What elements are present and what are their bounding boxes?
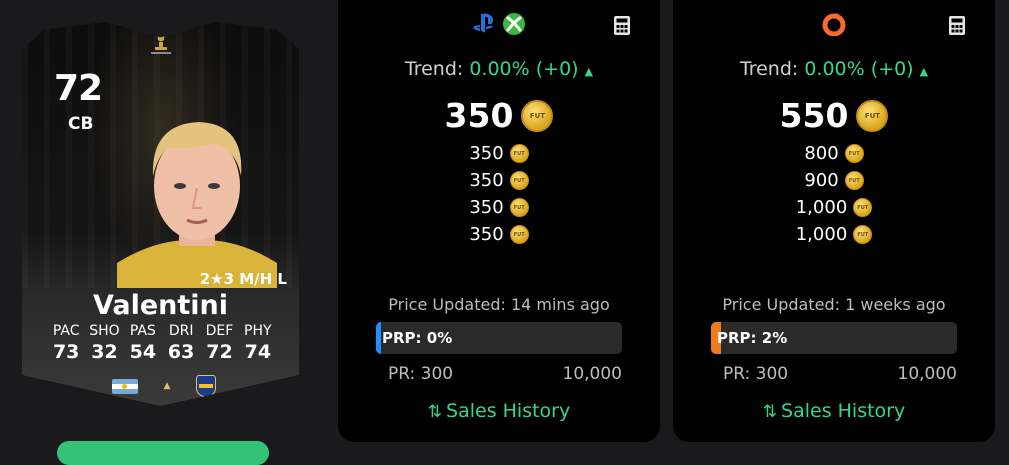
player-name: Valentini bbox=[92, 290, 229, 321]
trend: Trend: 0.00% (+0) ▲ bbox=[338, 58, 660, 80]
coin-icon: FUT bbox=[844, 144, 864, 163]
playstation-icon bbox=[473, 13, 493, 33]
console-price-panel: Trend: 0.00% (+0) ▲ 350 FUT 350 FUT 350 FU… bbox=[338, 0, 660, 442]
price-range-min: PR: 300 bbox=[388, 364, 454, 384]
stat-value: 74 bbox=[244, 341, 272, 363]
list-item: 900 FUT bbox=[673, 167, 995, 194]
price-value: 350 bbox=[444, 96, 514, 135]
origin-icon bbox=[822, 13, 846, 36]
list-item: 350 FUT bbox=[338, 194, 660, 221]
price-range: PR: 300 10,000 bbox=[723, 364, 957, 384]
prp-fill bbox=[376, 322, 381, 354]
stat-value: 72 bbox=[206, 341, 233, 363]
player-position: CB bbox=[68, 114, 94, 134]
trend-up-icon: ▲ bbox=[919, 65, 929, 78]
trend-label: Trend: bbox=[404, 58, 464, 80]
coin-icon: FUT bbox=[509, 225, 529, 244]
stat-label: DEF bbox=[205, 323, 234, 339]
current-price: 350 FUT bbox=[338, 96, 660, 135]
stat-value: 54 bbox=[129, 341, 157, 363]
price-range-max: 10,000 bbox=[562, 364, 622, 384]
list-item: 1,000 FUT bbox=[673, 221, 995, 248]
listing-price: 1,000 bbox=[795, 224, 848, 245]
sales-history-link[interactable]: ⇅ Sales History bbox=[338, 400, 660, 422]
listing-price: 350 bbox=[469, 224, 504, 245]
trend-value: 0.00% (+0) bbox=[469, 58, 579, 80]
league-badge-icon: ▲ bbox=[163, 381, 171, 391]
coin-icon: FUT bbox=[509, 144, 529, 163]
stat-label: PAC bbox=[52, 323, 80, 339]
coin-icon: FUT bbox=[521, 99, 554, 132]
coin-icon: FUT bbox=[509, 171, 529, 190]
sales-history-label: Sales History bbox=[781, 400, 906, 422]
stat-label: SHO bbox=[89, 323, 120, 339]
coin-icon: FUT bbox=[856, 99, 889, 132]
trend-up-icon: ▲ bbox=[584, 65, 594, 78]
list-item: 350 FUT bbox=[338, 221, 660, 248]
price-range: PR: 300 10,000 bbox=[388, 364, 622, 384]
stat-label: PAS bbox=[129, 323, 156, 339]
stat-value: 63 bbox=[167, 341, 195, 363]
argentina-flag-icon bbox=[112, 378, 138, 394]
list-item: 1,000 FUT bbox=[673, 194, 995, 221]
list-item: 800 FUT bbox=[673, 140, 995, 167]
listing-price: 350 bbox=[469, 197, 504, 218]
sort-arrows-icon: ⇅ bbox=[762, 402, 778, 422]
stat-def: DEF 72 bbox=[200, 323, 238, 363]
stat-value: 73 bbox=[52, 341, 80, 363]
stat-value: 32 bbox=[91, 341, 118, 363]
current-price: 550 FUT bbox=[673, 96, 995, 135]
player-portrait-image bbox=[117, 122, 277, 288]
listing-price: 900 bbox=[804, 170, 839, 191]
price-value: 550 bbox=[779, 96, 849, 135]
price-range-min: PR: 300 bbox=[723, 364, 789, 384]
stat-phy: PHY 74 bbox=[239, 323, 277, 363]
sort-arrows-icon: ⇅ bbox=[427, 402, 443, 422]
prp-label: PRP: 2% bbox=[717, 329, 788, 347]
prp-label: PRP: 0% bbox=[382, 329, 453, 347]
listing-price: 800 bbox=[804, 143, 839, 164]
stat-dri: DRI 63 bbox=[162, 323, 200, 363]
sales-history-link[interactable]: ⇅ Sales History bbox=[673, 400, 995, 422]
player-badges: ▲ bbox=[112, 375, 216, 397]
stat-label: DRI bbox=[168, 323, 194, 339]
list-item: 350 FUT bbox=[338, 167, 660, 194]
skills-weakfoot-workrate: 2★3 M/H L bbox=[199, 270, 287, 288]
price-updated: Price Updated: 14 mins ago bbox=[388, 295, 610, 314]
trend-label: Trend: bbox=[739, 58, 799, 80]
club-badge-icon bbox=[196, 375, 216, 397]
listing-prices: 350 FUT 350 FUT 350 FUT 350 FUT bbox=[338, 140, 660, 248]
trend: Trend: 0.00% (+0) ▲ bbox=[673, 58, 995, 80]
calculator-icon[interactable] bbox=[614, 16, 630, 35]
stat-pac: PAC 73 bbox=[47, 323, 85, 363]
xbox-icon bbox=[503, 13, 525, 35]
prp-progress-bar: PRP: 2% bbox=[711, 322, 957, 354]
trend-value: 0.00% (+0) bbox=[804, 58, 914, 80]
calculator-icon[interactable] bbox=[949, 16, 965, 35]
price-updated: Price Updated: 1 weeks ago bbox=[722, 295, 946, 314]
listing-prices: 800 FUT 900 FUT 1,000 FUT 1,000 FUT bbox=[673, 140, 995, 248]
coin-icon: FUT bbox=[853, 225, 873, 244]
coin-icon: FUT bbox=[853, 198, 873, 217]
action-button[interactable] bbox=[57, 441, 269, 465]
sales-history-label: Sales History bbox=[446, 400, 571, 422]
listing-price: 350 bbox=[469, 170, 504, 191]
player-stats: PAC 73 SHO 32 PAS 54 DRI 63 DEF 72 PHY 7… bbox=[47, 323, 277, 363]
prp-progress-bar: PRP: 0% bbox=[376, 322, 622, 354]
price-range-max: 10,000 bbox=[897, 364, 957, 384]
platform-icons bbox=[338, 12, 660, 36]
listing-price: 350 bbox=[469, 143, 504, 164]
libertadores-trophy-icon bbox=[151, 31, 171, 54]
player-card[interactable]: 72 CB 2★3 M/H L Valentini PAC 73 SHO 32 … bbox=[22, 21, 299, 406]
platform-icons bbox=[673, 12, 995, 36]
list-item: 350 FUT bbox=[338, 140, 660, 167]
coin-icon: FUT bbox=[509, 198, 529, 217]
stat-label: PHY bbox=[244, 323, 272, 339]
player-rating: 72 bbox=[54, 68, 103, 109]
stat-pas: PAS 54 bbox=[124, 323, 162, 363]
listing-price: 1,000 bbox=[795, 197, 848, 218]
coin-icon: FUT bbox=[844, 171, 864, 190]
stat-sho: SHO 32 bbox=[85, 323, 123, 363]
pc-price-panel: Trend: 0.00% (+0) ▲ 550 FUT 800 FUT 900 FU… bbox=[673, 0, 995, 442]
